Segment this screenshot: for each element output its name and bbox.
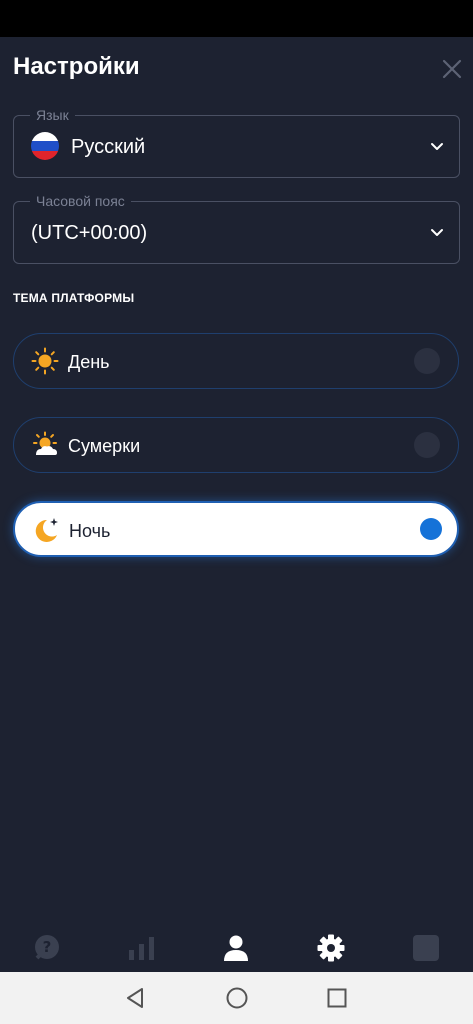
russia-flag-icon	[31, 132, 59, 160]
timezone-legend: Часовой пояс	[30, 193, 131, 209]
theme-option-day[interactable]: День	[13, 333, 459, 389]
chart-icon[interactable]	[127, 933, 157, 963]
recents-icon[interactable]	[325, 986, 349, 1010]
system-nav-bar	[0, 972, 473, 1024]
theme-label-twilight: Сумерки	[68, 436, 141, 456]
language-select[interactable]: Язык Русский	[13, 107, 460, 178]
radio-day[interactable]	[414, 348, 440, 374]
home-icon[interactable]	[225, 986, 249, 1010]
theme-option-twilight[interactable]: Сумерки	[13, 417, 459, 473]
status-bar	[0, 0, 473, 37]
radio-twilight[interactable]	[414, 432, 440, 458]
theme-option-night[interactable]: Ночь	[13, 501, 459, 557]
chevron-down-icon	[431, 143, 443, 150]
radio-night-selected[interactable]	[420, 518, 442, 540]
sun-cloud-icon	[33, 431, 57, 455]
timezone-select[interactable]: Часовой пояс (UTC+00:00)	[13, 193, 460, 264]
svg-text:?: ?	[43, 938, 52, 956]
language-legend: Язык	[30, 107, 75, 123]
profile-icon[interactable]	[221, 933, 251, 963]
settings-screen: Настройки Язык Русский Часовой пояс (UTC…	[0, 37, 473, 972]
close-icon[interactable]	[438, 55, 466, 83]
theme-section-title: ТЕМА ПЛАТФОРМЫ	[13, 291, 135, 305]
theme-label-night: Ночь	[69, 521, 111, 541]
bottom-nav: ?	[0, 925, 473, 972]
page-title: Настройки	[13, 53, 140, 80]
timezone-value: (UTC+00:00)	[31, 222, 148, 244]
chevron-down-icon	[431, 229, 443, 236]
square-icon[interactable]	[411, 933, 441, 963]
language-value: Русский	[71, 136, 146, 158]
help-icon[interactable]: ?	[32, 933, 62, 963]
back-icon[interactable]	[123, 986, 147, 1010]
moon-icon	[35, 518, 58, 542]
settings-icon[interactable]	[316, 933, 346, 963]
theme-label-day: День	[68, 352, 110, 372]
sun-icon	[31, 347, 59, 375]
